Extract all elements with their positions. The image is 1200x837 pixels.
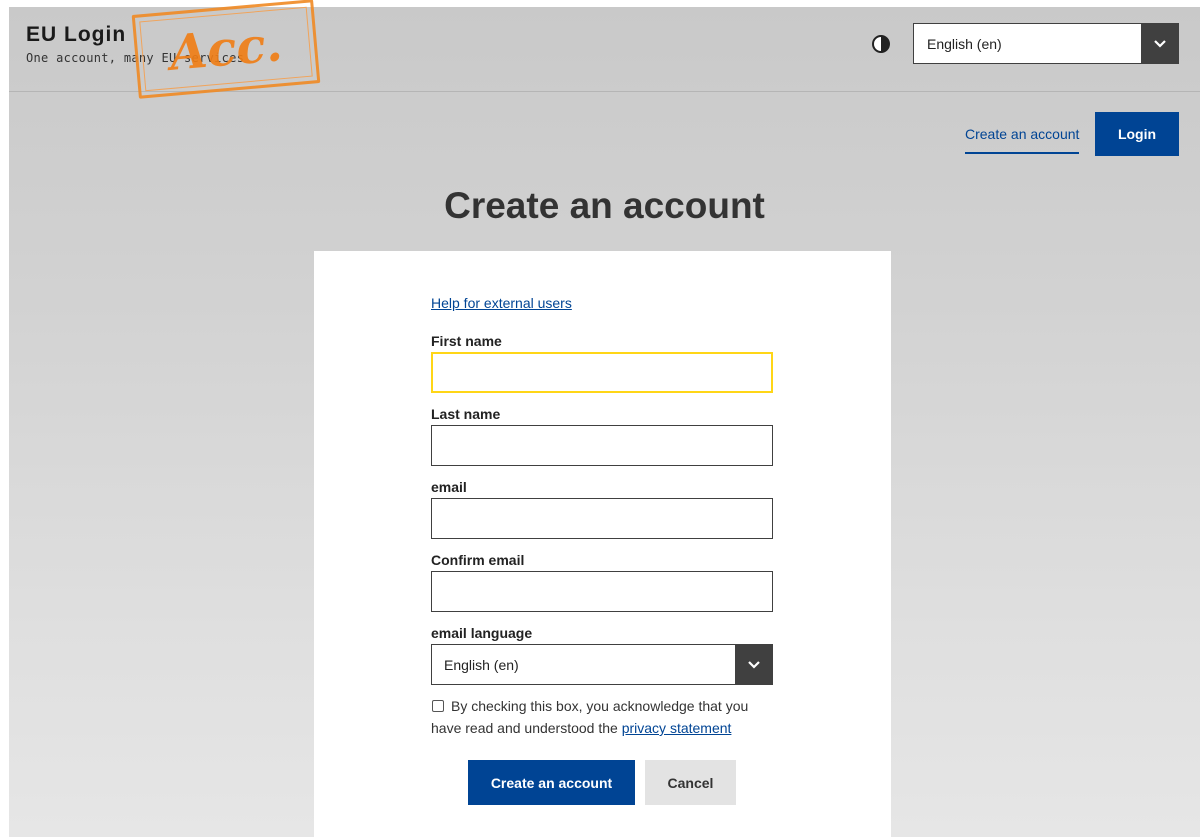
contrast-toggle-icon[interactable] xyxy=(872,35,890,53)
privacy-consent: By checking this box, you acknowledge th… xyxy=(431,695,781,739)
last-name-label: Last name xyxy=(431,406,501,422)
site-language-value: English (en) xyxy=(927,36,1002,52)
email-language-value: English (en) xyxy=(444,657,519,673)
site-title: EU Login xyxy=(26,23,127,46)
page-frame: EU Login One account, many EU services A… xyxy=(9,0,1200,837)
last-name-input[interactable] xyxy=(431,425,773,466)
cancel-button[interactable]: Cancel xyxy=(645,760,736,805)
confirm-email-label: Confirm email xyxy=(431,552,525,568)
create-account-nav-link[interactable]: Create an account xyxy=(965,126,1080,154)
page-title: Create an account xyxy=(444,185,765,226)
email-label: email xyxy=(431,479,467,495)
chevron-down-icon xyxy=(1141,24,1178,63)
privacy-consent-checkbox[interactable] xyxy=(432,700,444,712)
login-button[interactable]: Login xyxy=(1095,112,1179,156)
privacy-statement-link[interactable]: privacy statement xyxy=(622,720,732,736)
chevron-down-icon xyxy=(735,645,772,684)
help-external-users-link[interactable]: Help for external users xyxy=(431,295,572,311)
create-account-form: Help for external users First name Last … xyxy=(314,251,891,837)
confirm-email-input[interactable] xyxy=(431,571,773,612)
email-input[interactable] xyxy=(431,498,773,539)
stamp-border xyxy=(139,6,313,92)
site-language-select[interactable]: English (en) xyxy=(913,23,1179,64)
email-language-label: email language xyxy=(431,625,533,641)
first-name-input[interactable] xyxy=(431,352,773,393)
email-language-select[interactable]: English (en) xyxy=(431,644,773,685)
create-account-button[interactable]: Create an account xyxy=(468,760,635,805)
first-name-label: First name xyxy=(431,333,502,349)
acceptance-stamp: Acc. xyxy=(131,0,321,99)
site-header: EU Login One account, many EU services A… xyxy=(9,0,1200,99)
